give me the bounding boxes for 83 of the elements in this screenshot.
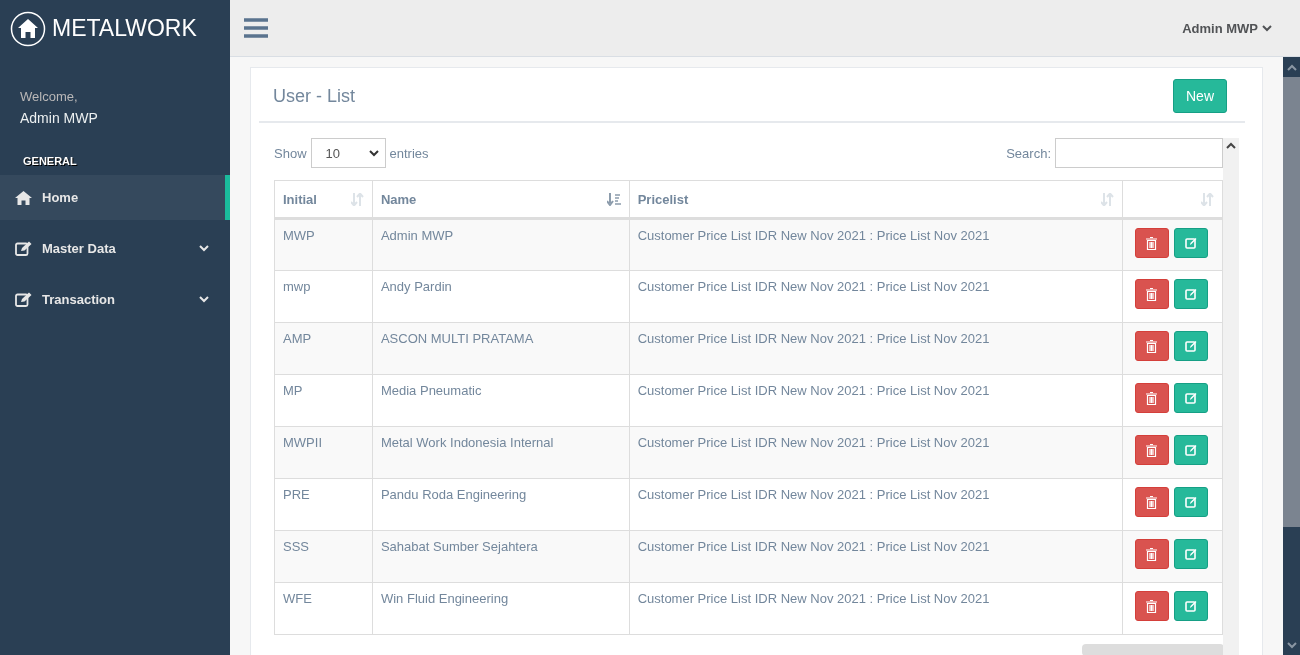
search-field[interactable] xyxy=(1055,138,1223,168)
delete-button[interactable] xyxy=(1135,279,1169,309)
scroll-up-icon xyxy=(1286,63,1297,71)
table-cell: Admin MWP xyxy=(372,218,630,271)
welcome-text: Welcome, xyxy=(20,89,79,104)
table-cell: Customer Price List IDR New Nov 2021 : Price List Nov 2021 xyxy=(629,582,1123,635)
scrollbar[interactable] xyxy=(1223,138,1239,655)
table-cell: Customer Price List IDR New Nov 2021 : Price List Nov 2021 xyxy=(629,322,1123,375)
edit-button[interactable] xyxy=(1174,539,1208,569)
sidebar-item[interactable]: Home xyxy=(0,175,230,220)
edit-button[interactable] xyxy=(1174,435,1208,465)
table-cell: AMP xyxy=(274,322,373,375)
menu-section-title: GENERAL xyxy=(22,154,78,169)
delete-button[interactable] xyxy=(1135,591,1169,621)
table-cell: Andy Pardin xyxy=(372,270,630,323)
scrollbar-thumb[interactable] xyxy=(1082,644,1224,655)
table-cell: Sahabat Sumber Sejahtera xyxy=(372,530,630,583)
entries-select[interactable]: 10 xyxy=(310,138,386,168)
entries-label: entries xyxy=(389,145,429,161)
table-cell: Customer Price List IDR New Nov 2021 : Price List Nov 2021 xyxy=(629,478,1123,531)
table-cell: MWPII xyxy=(274,426,373,479)
edit-icon xyxy=(15,241,32,256)
edit-button[interactable] xyxy=(1174,487,1208,517)
delete-button[interactable] xyxy=(1135,435,1169,465)
show-label: Show xyxy=(274,145,307,161)
table-cell: PRE xyxy=(274,478,373,531)
trash-icon xyxy=(1146,339,1158,353)
user-menu[interactable]: Admin MWP xyxy=(1182,20,1272,36)
trash-icon xyxy=(1146,287,1158,301)
sidebar-item[interactable]: Transaction xyxy=(0,277,230,322)
sidebar-item[interactable]: Master Data xyxy=(0,226,230,271)
table-cell: SSS xyxy=(274,530,373,583)
edit-icon xyxy=(1185,600,1197,612)
edit-icon xyxy=(1185,496,1197,508)
table-cell: WFE xyxy=(274,582,373,635)
home-icon xyxy=(15,190,32,205)
delete-button[interactable] xyxy=(1135,228,1169,258)
delete-button[interactable] xyxy=(1135,383,1169,413)
delete-button[interactable] xyxy=(1135,539,1169,569)
edit-button[interactable] xyxy=(1174,279,1208,309)
trash-icon xyxy=(1146,547,1158,561)
table-cell: MWP xyxy=(274,218,373,271)
scroll-up-icon xyxy=(1226,142,1236,149)
edit-icon xyxy=(1185,288,1197,300)
edit-icon xyxy=(1185,444,1197,456)
table-cell: mwp xyxy=(274,270,373,323)
home-logo-icon xyxy=(10,10,46,47)
trash-icon xyxy=(1146,443,1158,457)
edit-icon xyxy=(1185,340,1197,352)
edit-icon xyxy=(1185,392,1197,404)
profile-name: Admin MWP xyxy=(20,110,99,126)
table-cell: Win Fluid Engineering xyxy=(372,582,630,635)
search-label: Search: xyxy=(1006,145,1051,161)
brand-title: METALWORK xyxy=(52,15,197,42)
table-cell: Customer Price List IDR New Nov 2021 : Price List Nov 2021 xyxy=(629,374,1123,427)
menu-button[interactable] xyxy=(244,18,268,38)
page-scrollbar[interactable] xyxy=(1283,57,1300,655)
caret-icon xyxy=(368,149,379,157)
chevron-down-icon xyxy=(1262,24,1272,32)
delete-button[interactable] xyxy=(1135,331,1169,361)
table-cell: Pandu Roda Engineering xyxy=(372,478,630,531)
table-cell: MP xyxy=(274,374,373,427)
delete-button[interactable] xyxy=(1135,487,1169,517)
trash-icon xyxy=(1146,236,1158,250)
edit-icon xyxy=(1185,548,1197,560)
table-cell: Customer Price List IDR New Nov 2021 : Price List Nov 2021 xyxy=(629,530,1123,583)
edit-icon xyxy=(1185,237,1197,249)
table-cell: Metal Work Indonesia Internal xyxy=(372,426,630,479)
edit-button[interactable] xyxy=(1174,331,1208,361)
table-cell: Media Pneumatic xyxy=(372,374,630,427)
trash-icon xyxy=(1146,495,1158,509)
panel-title: User - List xyxy=(273,85,355,107)
edit-icon xyxy=(15,292,32,307)
table-cell: Customer Price List IDR New Nov 2021 : Price List Nov 2021 xyxy=(629,218,1123,271)
trash-icon xyxy=(1146,599,1158,613)
edit-button[interactable] xyxy=(1174,228,1208,258)
table-cell: ASCON MULTI PRATAMA xyxy=(372,322,630,375)
edit-button[interactable] xyxy=(1174,383,1208,413)
table-cell: Customer Price List IDR New Nov 2021 : Price List Nov 2021 xyxy=(629,426,1123,479)
edit-button[interactable] xyxy=(1174,591,1208,621)
table-cell: Customer Price List IDR New Nov 2021 : Price List Nov 2021 xyxy=(629,270,1123,323)
trash-icon xyxy=(1146,391,1158,405)
scroll-down-icon xyxy=(1286,642,1297,649)
